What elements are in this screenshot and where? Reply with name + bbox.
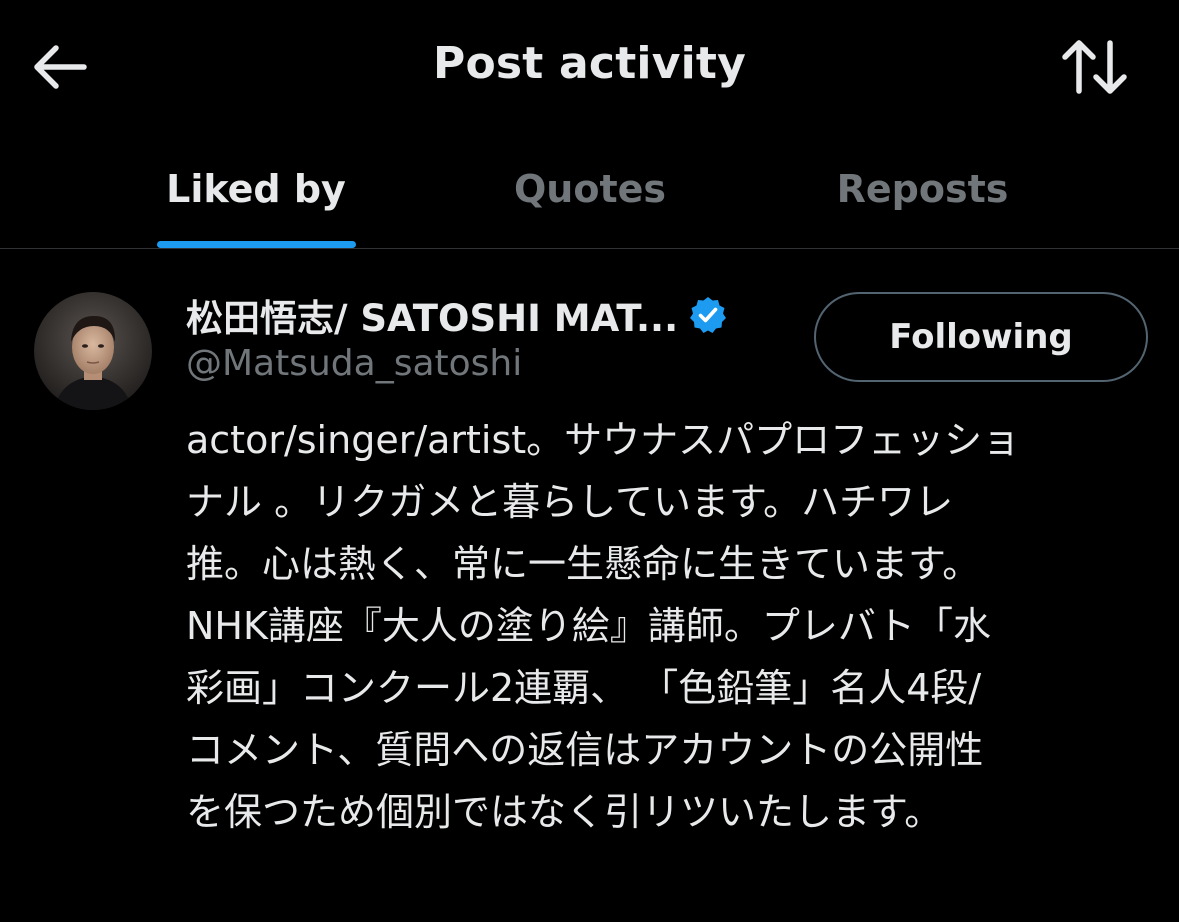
following-button[interactable]: Following <box>814 292 1148 382</box>
sort-button[interactable] <box>1055 38 1135 100</box>
page-title: Post activity <box>433 38 746 89</box>
user-name-line[interactable]: 松田悟志/ SATOSHI MAT... <box>186 291 728 340</box>
bio-line: 推。心は熱く、常に一生懸命に生きています。 <box>186 542 981 586</box>
sort-arrows-icon <box>1062 39 1128 99</box>
tab-quotes[interactable]: Quotes <box>470 130 710 248</box>
verified-badge-icon <box>688 295 728 335</box>
active-tab-indicator <box>157 241 356 248</box>
bio-line: ナル 。リクガメと暮らしています。ハチワレ <box>186 480 954 524</box>
user-list-item[interactable]: 松田悟志/ SATOSHI MAT... @Matsuda_satoshi Fo… <box>0 249 1179 922</box>
tab-label: Reposts <box>836 167 1009 211</box>
display-name: 松田悟志/ SATOSHI MAT... <box>186 297 679 340</box>
tab-label: Quotes <box>513 167 667 211</box>
user-handle[interactable]: @Matsuda_satoshi <box>186 343 522 384</box>
bio-line: 彩画」コンクール2連覇、 「色鉛筆」名人4段/ <box>186 666 982 710</box>
bio-line: を保つため個別ではなく引リツいたします。 <box>186 790 943 834</box>
bio-line: actor/singer/artist。サウナスパプロフェッショ <box>186 418 1021 462</box>
activity-tabs: Liked by Quotes Reposts <box>0 130 1179 249</box>
tab-reposts[interactable]: Reposts <box>800 130 1045 248</box>
bio-line: コメント、質問への返信はアカウントの公開性 <box>186 728 984 772</box>
tab-liked-by[interactable]: Liked by <box>140 130 372 248</box>
tab-label: Liked by <box>166 167 346 211</box>
bio-line: NHK講座『大人の塗り絵』講師。プレバト「水 <box>186 604 992 648</box>
top-app-bar: Post activity <box>0 0 1179 130</box>
avatar[interactable] <box>34 292 152 410</box>
user-bio: actor/singer/artist。サウナスパプロフェッショ ナル 。リクガ… <box>186 409 1161 843</box>
